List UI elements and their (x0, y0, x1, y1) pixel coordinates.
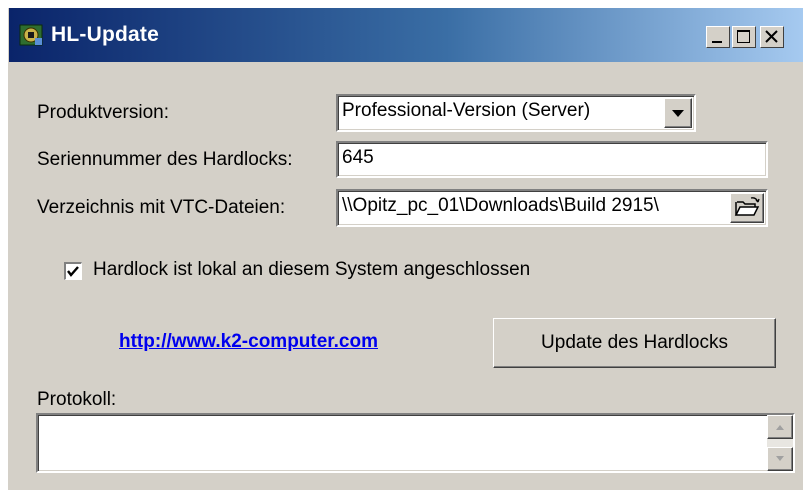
minimize-button[interactable] (706, 26, 730, 48)
directory-value: \\Opitz_pc_01\Downloads\Build 2915\ (342, 195, 659, 216)
directory-input[interactable]: \\Opitz_pc_01\Downloads\Build 2915\ (336, 189, 768, 227)
log-textarea[interactable] (36, 413, 795, 473)
window-title: HL-Update (51, 23, 159, 46)
hl-update-window: HL-Update Produktversion: Professional-V… (8, 8, 803, 490)
product-version-select[interactable]: Professional-Version (Server) (336, 94, 696, 132)
update-hardlock-button-label: Update des Hardlocks (541, 332, 728, 353)
log-scrollbar[interactable] (767, 415, 793, 471)
local-hardlock-checkbox[interactable] (64, 262, 82, 280)
scroll-down-button[interactable] (767, 447, 793, 471)
update-hardlock-button[interactable]: Update des Hardlocks (493, 318, 776, 368)
folder-open-icon (734, 197, 760, 216)
checkmark-icon (67, 266, 79, 277)
dropdown-button[interactable] (664, 98, 692, 128)
product-version-label: Produktversion: (37, 102, 170, 123)
browse-folder-button[interactable] (730, 193, 764, 223)
maximize-icon (737, 30, 750, 43)
product-version-value: Professional-Version (Server) (342, 100, 591, 121)
arrow-up-icon (776, 425, 784, 430)
directory-label: Verzeichnis mit VTC-Dateien: (37, 197, 286, 218)
close-icon (765, 30, 778, 43)
scroll-up-button[interactable] (767, 415, 793, 439)
log-label: Protokoll: (37, 389, 117, 410)
local-hardlock-label[interactable]: Hardlock ist lokal an diesem System ange… (93, 259, 530, 281)
k2-computer-link[interactable]: http://www.k2-computer.com (119, 331, 378, 353)
chevron-down-icon (672, 110, 684, 117)
close-button[interactable] (760, 26, 784, 48)
serial-number-input[interactable]: 645 (336, 141, 768, 178)
minimize-icon (712, 41, 722, 43)
title-bar[interactable]: HL-Update (9, 8, 803, 62)
arrow-down-icon (776, 456, 784, 461)
app-icon[interactable] (19, 22, 45, 48)
serial-number-value: 645 (342, 147, 374, 168)
serial-number-label: Seriennummer des Hardlocks: (37, 149, 293, 170)
maximize-button[interactable] (732, 26, 756, 48)
